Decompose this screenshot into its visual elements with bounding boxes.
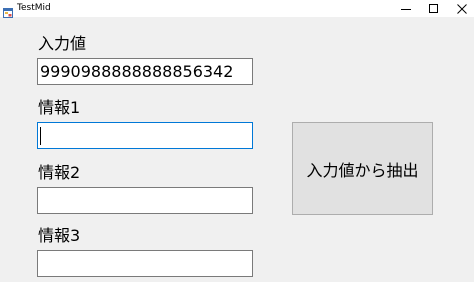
window-title: TestMid xyxy=(17,3,51,13)
app-icon xyxy=(3,3,13,18)
title-bar[interactable]: TestMid xyxy=(0,0,474,18)
minimize-icon xyxy=(401,0,411,18)
info1-label: 情報1 xyxy=(38,98,81,117)
extract-from-input-button[interactable]: 入力値から抽出 xyxy=(292,122,433,215)
info2-label: 情報2 xyxy=(38,163,81,182)
text-caret xyxy=(40,127,41,145)
maximize-button[interactable] xyxy=(420,0,448,17)
minimize-button[interactable] xyxy=(392,0,420,17)
app-window: TestMid 入力値 9990988888888856342 情報1 情報2 xyxy=(0,0,474,282)
info1-field[interactable] xyxy=(37,122,253,149)
input-value-field[interactable]: 9990988888888856342 xyxy=(37,58,253,85)
close-button[interactable] xyxy=(448,0,474,17)
close-icon xyxy=(457,0,467,18)
maximize-icon xyxy=(429,0,439,18)
info2-field[interactable] xyxy=(37,187,253,214)
input-value-label: 入力値 xyxy=(38,34,87,53)
info3-field[interactable] xyxy=(37,250,253,277)
info3-label: 情報3 xyxy=(38,226,81,245)
